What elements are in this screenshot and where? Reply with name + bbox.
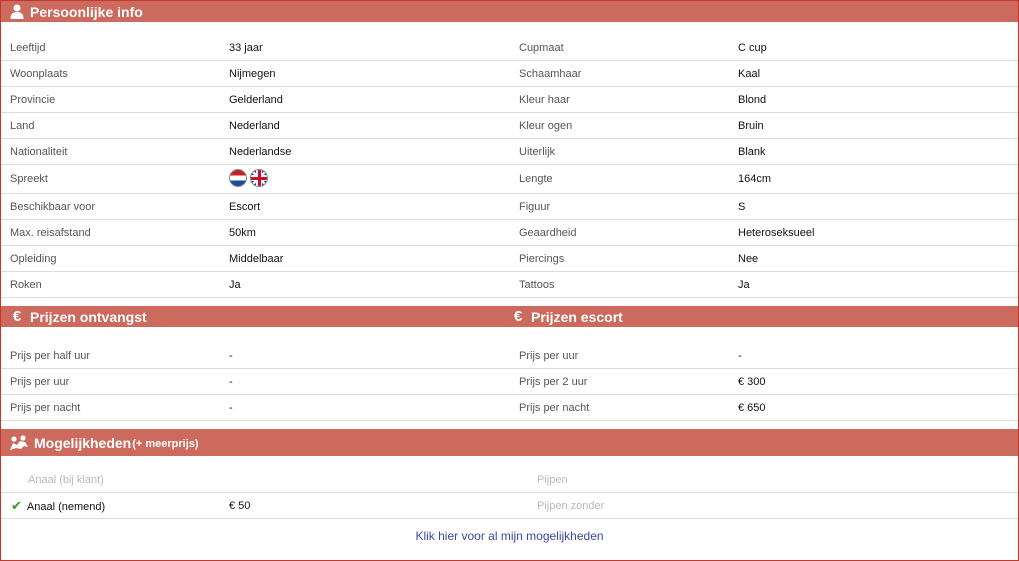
table-row: Land Nederland Kleur ogen Bruin [1, 113, 1018, 139]
row-value: S [738, 201, 746, 213]
row-value: Blond [738, 94, 767, 106]
option-price: € 50 [229, 500, 251, 512]
price-value: - [229, 376, 233, 388]
row-label: Roken [10, 279, 42, 291]
list-item: Anaal (bij klant) Pijpen [1, 467, 1018, 493]
profile-panel: Persoonlijke info Leeftijd 33 jaar Cupmaat… [0, 0, 1019, 561]
options-header: Mogelijkheden (+ meerprijs) [1, 429, 1018, 456]
personal-info-header: Persoonlijke info [1, 1, 1018, 22]
row-value: Nederland [229, 120, 280, 132]
table-row: Prijs per nacht - Prijs per nacht € 650 [1, 395, 1018, 421]
euro-icon: € [12, 308, 22, 325]
options-title: Mogelijkheden [34, 434, 132, 451]
row-label: Kleur haar [519, 94, 570, 106]
table-row: Provincie Gelderland Kleur haar Blond [1, 87, 1018, 113]
table-row: Roken Ja Tattoos Ja [1, 272, 1018, 298]
all-options-link[interactable]: Klik hier voor al mijn mogelijkheden [1, 529, 1018, 543]
row-value: C cup [738, 42, 767, 54]
row-label: Spreekt [10, 173, 48, 185]
option-label: Anaal (bij klant) [28, 474, 104, 486]
price-value: € 650 [738, 402, 766, 414]
price-label: Prijs per nacht [10, 402, 81, 414]
row-label: Provincie [10, 94, 56, 106]
table-row: Nationaliteit Nederlandse Uiterlijk Blank [1, 139, 1018, 165]
row-label: Tattoos [519, 279, 555, 291]
table-row: Opleiding Middelbaar Piercings Nee [1, 246, 1018, 272]
row-value: Nee [738, 253, 759, 265]
row-label: Nationaliteit [10, 146, 68, 158]
price-value: - [738, 350, 742, 362]
price-value: € 300 [738, 376, 766, 388]
row-label: Piercings [519, 253, 565, 265]
prices-incall-title: Prijzen ontvangst [30, 308, 147, 325]
option-name: ✔ Anaal (nemend) [11, 493, 105, 519]
option-label: Anaal (nemend) [26, 501, 106, 513]
row-label: Land [10, 120, 35, 132]
row-value: Blank [738, 146, 766, 158]
row-value: Nijmegen [229, 68, 276, 80]
table-row: Leeftijd 33 jaar Cupmaat C cup [1, 35, 1018, 61]
options-subtitle: (+ meerprijs) [132, 438, 199, 450]
row-value: Ja [738, 279, 750, 291]
row-label: Geaardheid [519, 227, 577, 239]
price-value: - [229, 350, 233, 362]
row-label: Woonplaats [10, 68, 68, 80]
row-label: Opleiding [10, 253, 57, 265]
couple-icon [9, 434, 29, 451]
table-row: Prijs per uur - Prijs per 2 uur € 300 [1, 369, 1018, 395]
row-value [229, 165, 271, 194]
prices-escort-heading: € Prijzen escort [510, 308, 623, 325]
row-value: Gelderland [229, 94, 283, 106]
prices-escort-title: Prijzen escort [531, 308, 623, 325]
personal-info-title: Persoonlijke info [30, 3, 143, 20]
user-icon [9, 4, 25, 20]
price-label: Prijs per half uur [10, 350, 91, 362]
table-row: Max. reisafstand 50km Geaardheid Heteroseks… [1, 220, 1018, 246]
price-label: Prijs per uur [519, 350, 579, 362]
option-name: Pijpen zonder [537, 500, 605, 512]
table-row: Spreekt Lengte 164cm [1, 165, 1018, 194]
price-value: - [229, 402, 233, 414]
table-row: Beschikbaar voor Escort Figuur S [1, 194, 1018, 220]
row-value: Escort [229, 201, 261, 213]
row-label: Schaamhaar [519, 68, 582, 80]
row-label: Kleur ogen [519, 120, 573, 132]
table-row: Prijs per half uur - Prijs per uur - [1, 343, 1018, 369]
row-label: Cupmaat [519, 42, 564, 54]
row-value: Middelbaar [229, 253, 284, 265]
row-label: Leeftijd [10, 42, 46, 54]
row-label: Lengte [519, 173, 553, 185]
option-name: Anaal (bij klant) [28, 467, 104, 493]
row-value: Heteroseksueel [738, 227, 815, 239]
row-label: Figuur [519, 201, 551, 213]
list-item: ✔ Anaal (nemend) € 50 Pijpen zonder [1, 493, 1018, 519]
row-value: 50km [229, 227, 256, 239]
row-label: Uiterlijk [519, 146, 556, 158]
row-value: Ja [229, 279, 241, 291]
price-label: Prijs per 2 uur [519, 376, 588, 388]
row-value: Bruin [738, 120, 764, 132]
euro-icon: € [513, 308, 523, 325]
row-value: 33 jaar [229, 42, 263, 54]
price-label: Prijs per uur [10, 376, 70, 388]
nl-flag-icon [229, 169, 247, 188]
row-label: Max. reisafstand [10, 227, 91, 239]
row-label: Beschikbaar voor [10, 201, 95, 213]
uk-flag-icon [250, 169, 268, 188]
checkmark-icon: ✔ [11, 498, 22, 513]
row-value: Kaal [738, 68, 761, 80]
option-name: Pijpen [537, 474, 568, 486]
row-value: 164cm [738, 173, 772, 185]
prices-header-bar: € Prijzen ontvangst € Prijzen escort [1, 306, 1018, 327]
table-row: Woonplaats Nijmegen Schaamhaar Kaal [1, 61, 1018, 87]
row-value: Nederlandse [229, 146, 292, 158]
price-label: Prijs per nacht [519, 402, 590, 414]
